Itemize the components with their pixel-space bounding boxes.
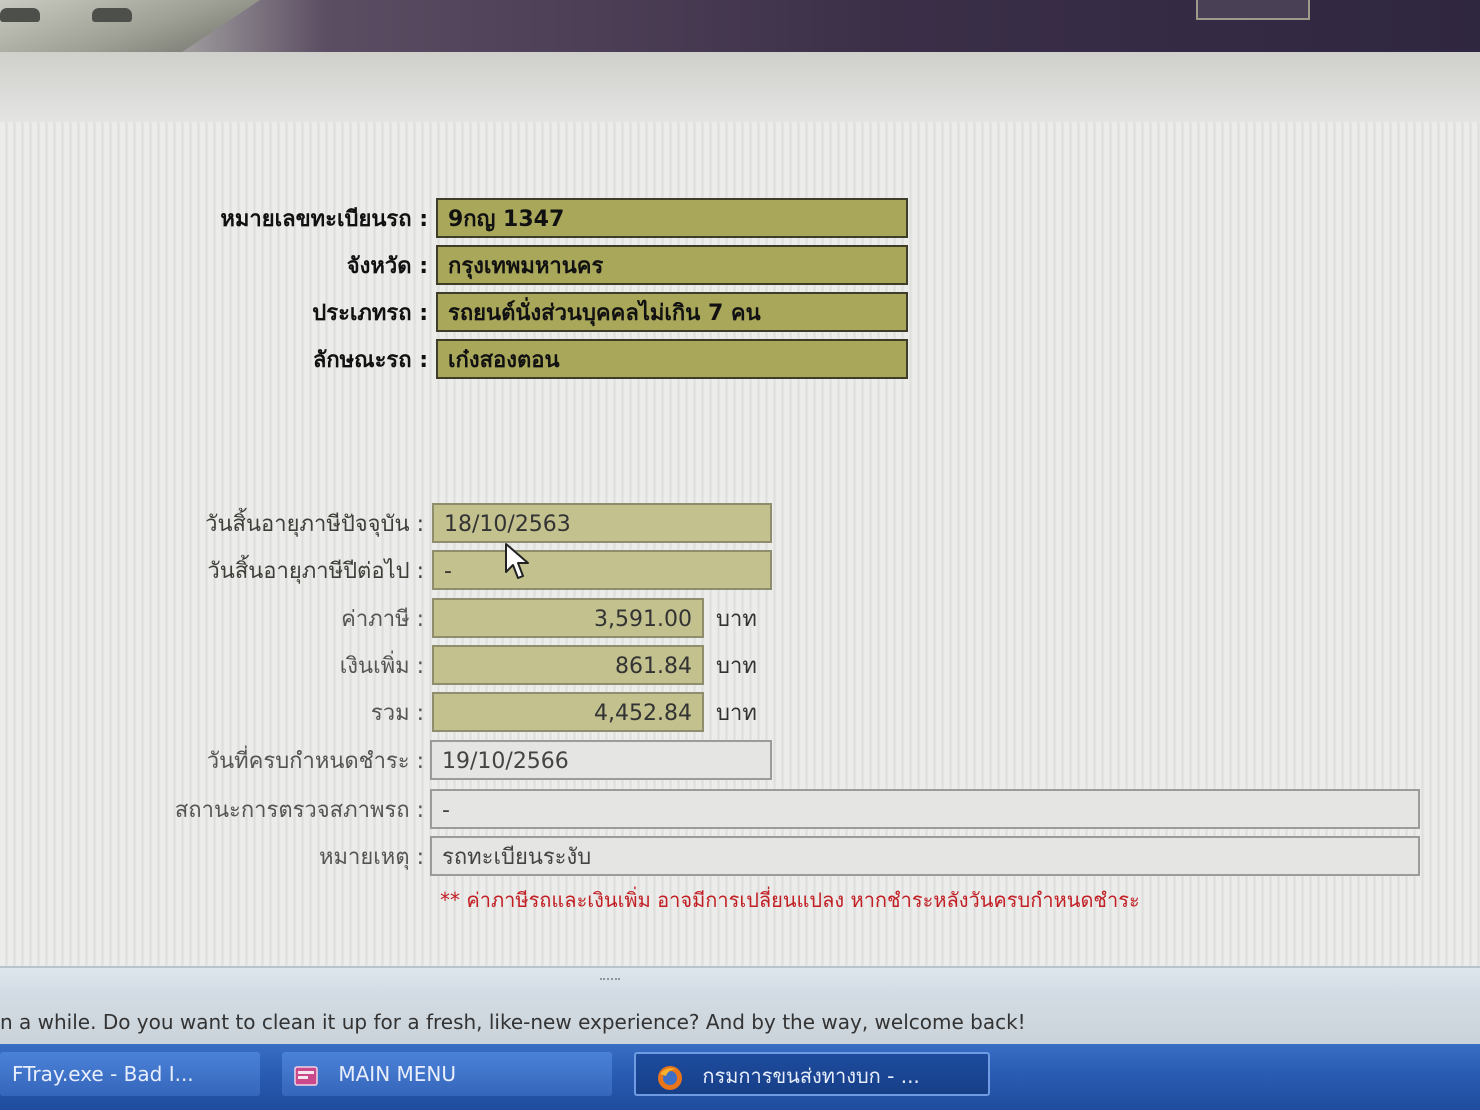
taskbar-item-ftray[interactable]: FTray.exe - Bad I... [0, 1052, 260, 1096]
body-type-field: เก๋งสองตอน [436, 339, 908, 379]
plate-field: 9กญ 1347 [436, 198, 908, 238]
current-tax-expiry-field: 18/10/2563 [432, 503, 772, 543]
app-window-icon [294, 1065, 318, 1086]
due-date-field: 19/10/2566 [430, 740, 772, 780]
taskbar: FTray.exe - Bad I... MAIN MENU กรมการขนส… [0, 1044, 1480, 1110]
body-type-label: ลักษณะรถ : [312, 348, 428, 373]
surcharge-field: 861.84 [432, 645, 704, 685]
taskbar-item-browser[interactable]: กรมการขนส่งทางบก - ... [634, 1052, 990, 1096]
notification-text: n a while. Do you want to clean it up fo… [0, 1010, 1026, 1034]
taskbar-item-label: MAIN MENU [338, 1062, 457, 1086]
surcharge-label: เงินเพิ่ม : [339, 654, 424, 679]
due-date-label: วันที่ครบกำหนดชำระ : [206, 749, 424, 774]
firefox-icon [658, 1065, 682, 1090]
next-tax-expiry-field: - [432, 550, 772, 590]
taskbar-item-label: FTray.exe - Bad I... [12, 1062, 194, 1086]
taskbar-item-label: กรมการขนส่งทางบก - ... [702, 1064, 920, 1088]
plate-label: หมายเลขทะเบียนรถ : [220, 207, 428, 232]
notification-grip [600, 978, 620, 988]
tax-amount-field: 3,591.00 [432, 598, 704, 638]
mouse-pointer-icon [505, 543, 529, 579]
total-unit: บาท [716, 701, 757, 726]
tax-amount-unit: บาท [716, 607, 757, 632]
remark-label: หมายเหตุ : [319, 845, 424, 870]
tax-amount-label: ค่าภาษี : [341, 607, 424, 632]
vehicle-type-label: ประเภทรถ : [312, 301, 428, 326]
taskbar-item-main-menu[interactable]: MAIN MENU [282, 1052, 612, 1096]
province-field: กรุงเทพมหานคร [436, 245, 908, 285]
total-field: 4,452.84 [432, 692, 704, 732]
total-label: รวม : [370, 701, 424, 726]
current-tax-expiry-label: วันสิ้นอายุภาษีปัจจุบัน : [205, 512, 424, 537]
inspection-status-field: - [430, 789, 1420, 829]
tax-change-warning: ** ค่าภาษีรถและเงินเพิ่ม อาจมีการเปลี่ยน… [440, 888, 1140, 912]
next-tax-expiry-label: วันสิ้นอายุภาษีปีต่อไป : [207, 559, 424, 584]
province-label: จังหวัด : [346, 254, 428, 279]
remark-field: รถทะเบียนระงับ [430, 836, 1420, 876]
inspection-status-label: สถานะการตรวจสภาพรถ : [174, 798, 424, 823]
vehicle-tax-form: หมายเลขทะเบียนรถ : 9กญ 1347 จังหวัด : กร… [0, 0, 1480, 940]
surcharge-unit: บาท [716, 654, 757, 679]
vehicle-type-field: รถยนต์นั่งส่วนบุคคลไม่เกิน 7 คน [436, 292, 908, 332]
